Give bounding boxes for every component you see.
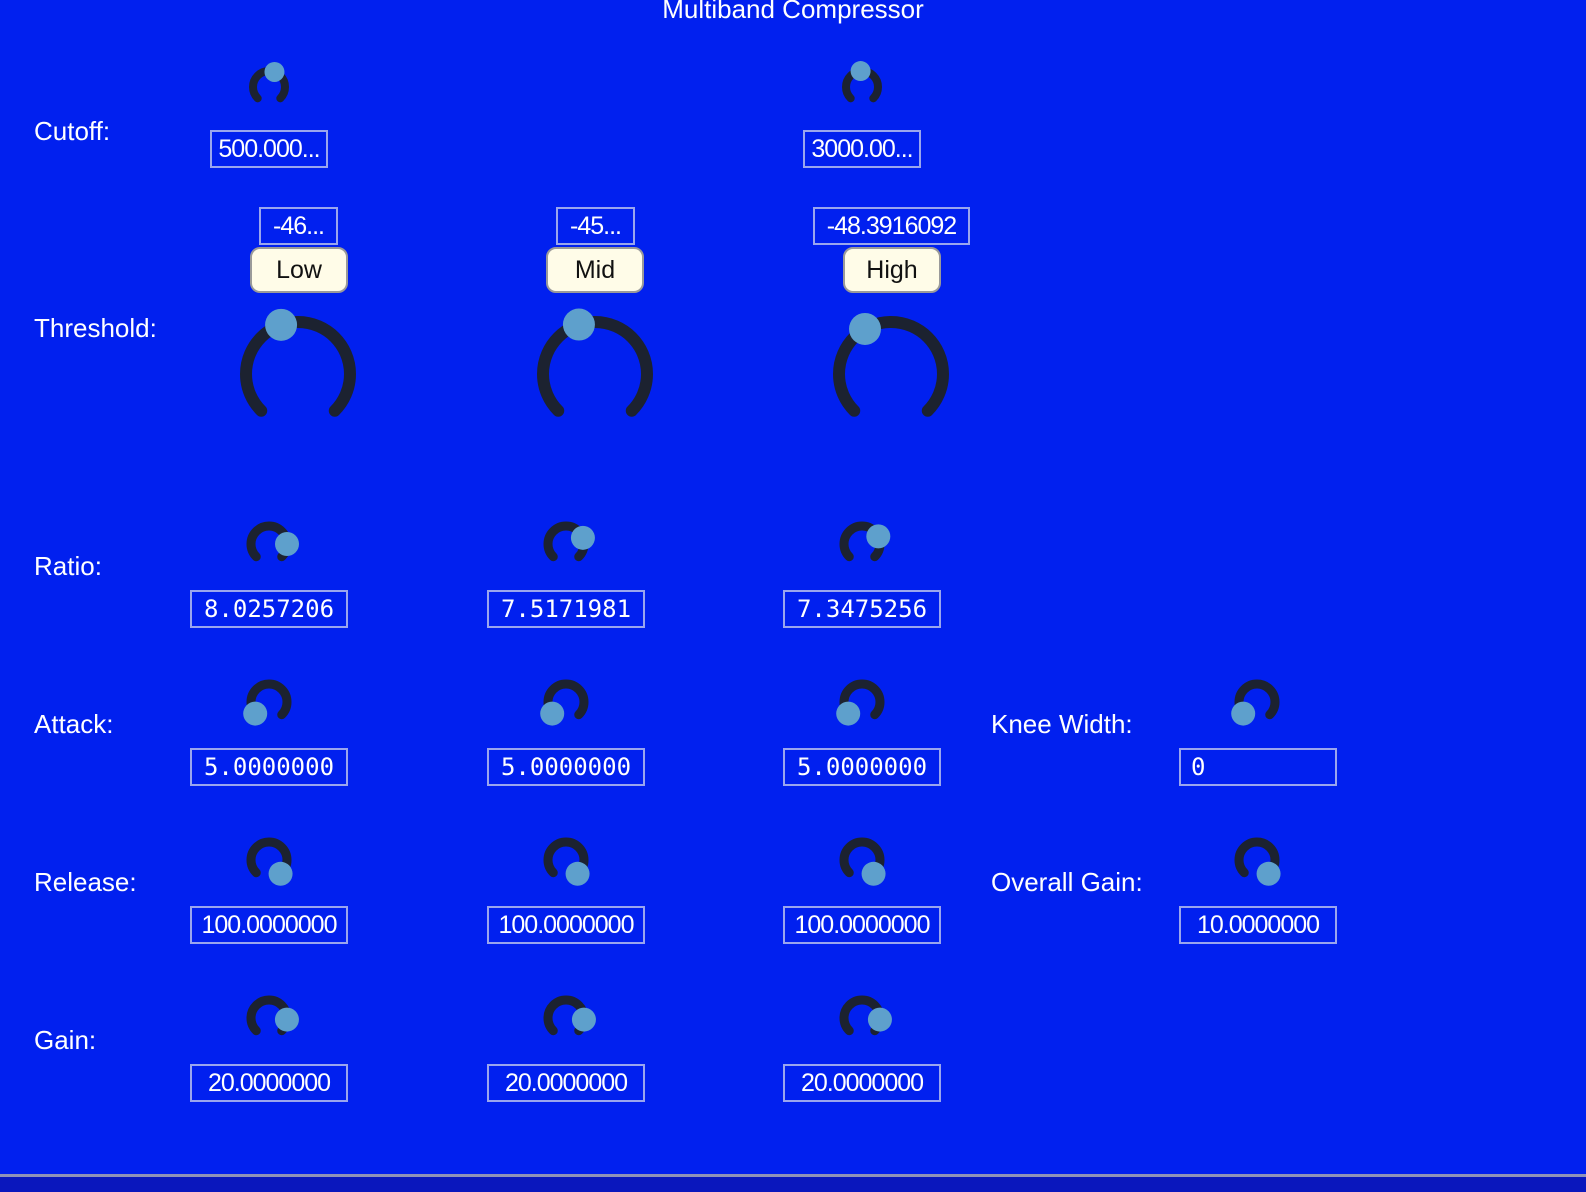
knob-handle[interactable] bbox=[849, 312, 881, 345]
release-mid-field[interactable]: 100.0000000 bbox=[487, 906, 645, 944]
release-low-field[interactable]: 100.0000000 bbox=[190, 906, 348, 944]
knob-handle[interactable] bbox=[565, 861, 590, 886]
attack-low-knob[interactable] bbox=[237, 670, 301, 734]
window-bottom-edge bbox=[0, 1174, 1586, 1192]
ratio-mid-field[interactable]: 7.5171981 bbox=[487, 590, 645, 628]
knob-track bbox=[537, 316, 653, 417]
overall-gain-knob[interactable] bbox=[1225, 828, 1289, 892]
ratio-low-field[interactable]: 8.0257206 bbox=[190, 590, 348, 628]
gain-high-knob[interactable] bbox=[830, 986, 894, 1050]
cutoff-high-knob[interactable] bbox=[834, 59, 890, 115]
threshold-high-knob[interactable] bbox=[821, 304, 961, 444]
knob-handle[interactable] bbox=[265, 308, 298, 341]
threshold-mid-knob[interactable] bbox=[525, 304, 665, 444]
ratio-high-knob[interactable] bbox=[830, 512, 894, 576]
cutoff-low-field[interactable]: 500.000... bbox=[210, 130, 328, 168]
gain-label: Gain: bbox=[34, 1025, 97, 1055]
gain-low-knob[interactable] bbox=[237, 986, 301, 1050]
knee-width-label: Knee Width: bbox=[991, 709, 1133, 739]
band-low-button[interactable]: Low bbox=[250, 247, 348, 293]
threshold-high-field[interactable]: -48.3916092 bbox=[813, 207, 970, 245]
knob-handle[interactable] bbox=[866, 524, 891, 549]
threshold-mid-field[interactable]: -45... bbox=[556, 207, 635, 245]
threshold-low-field[interactable]: -46... bbox=[259, 207, 338, 245]
band-mid-button[interactable]: Mid bbox=[546, 247, 644, 293]
knob-handle[interactable] bbox=[571, 1007, 596, 1032]
knob-handle[interactable] bbox=[850, 61, 871, 82]
cutoff-high-field[interactable]: 3000.00... bbox=[803, 130, 921, 168]
knob-track bbox=[240, 316, 356, 417]
ratio-high-field[interactable]: 7.3475256 bbox=[783, 590, 941, 628]
ratio-label: Ratio: bbox=[34, 551, 102, 581]
release-mid-knob[interactable] bbox=[534, 828, 598, 892]
release-label: Release: bbox=[34, 867, 137, 897]
attack-high-field[interactable]: 5.0000000 bbox=[783, 748, 941, 786]
overall-gain-field[interactable]: 10.0000000 bbox=[1179, 906, 1337, 944]
knob-handle[interactable] bbox=[861, 861, 886, 886]
threshold-low-knob[interactable] bbox=[228, 304, 368, 444]
attack-high-knob[interactable] bbox=[830, 670, 894, 734]
attack-low-field[interactable]: 5.0000000 bbox=[190, 748, 348, 786]
release-low-knob[interactable] bbox=[237, 828, 301, 892]
threshold-label: Threshold: bbox=[34, 313, 157, 343]
gain-mid-field[interactable]: 20.0000000 bbox=[487, 1064, 645, 1102]
knob-handle[interactable] bbox=[562, 308, 595, 341]
attack-mid-knob[interactable] bbox=[534, 670, 598, 734]
knee-width-knob[interactable] bbox=[1225, 670, 1289, 734]
overall-gain-label: Overall Gain: bbox=[991, 867, 1143, 897]
knob-handle[interactable] bbox=[540, 701, 565, 726]
knob-handle[interactable] bbox=[836, 701, 861, 726]
gain-mid-knob[interactable] bbox=[534, 986, 598, 1050]
knob-handle[interactable] bbox=[1231, 701, 1256, 726]
knee-width-field[interactable]: 0 bbox=[1179, 748, 1337, 786]
knob-handle[interactable] bbox=[570, 525, 595, 550]
attack-label: Attack: bbox=[34, 709, 114, 739]
cutoff-low-knob[interactable] bbox=[241, 59, 297, 115]
band-high-button[interactable]: High bbox=[843, 247, 941, 293]
cutoff-label: Cutoff: bbox=[34, 116, 111, 146]
knob-handle[interactable] bbox=[274, 1007, 299, 1032]
knob-handle[interactable] bbox=[1256, 861, 1281, 886]
knob-handle[interactable] bbox=[867, 1007, 892, 1032]
ratio-mid-knob[interactable] bbox=[534, 512, 598, 576]
release-high-field[interactable]: 100.0000000 bbox=[783, 906, 941, 944]
ratio-low-knob[interactable] bbox=[237, 512, 301, 576]
knob-handle[interactable] bbox=[275, 532, 299, 556]
knob-handle[interactable] bbox=[268, 861, 293, 886]
knob-handle[interactable] bbox=[264, 61, 285, 82]
gain-high-field[interactable]: 20.0000000 bbox=[783, 1064, 941, 1102]
release-high-knob[interactable] bbox=[830, 828, 894, 892]
knob-handle[interactable] bbox=[243, 701, 268, 726]
window-title: Multiband Compressor bbox=[662, 0, 924, 24]
attack-mid-field[interactable]: 5.0000000 bbox=[487, 748, 645, 786]
gain-low-field[interactable]: 20.0000000 bbox=[190, 1064, 348, 1102]
